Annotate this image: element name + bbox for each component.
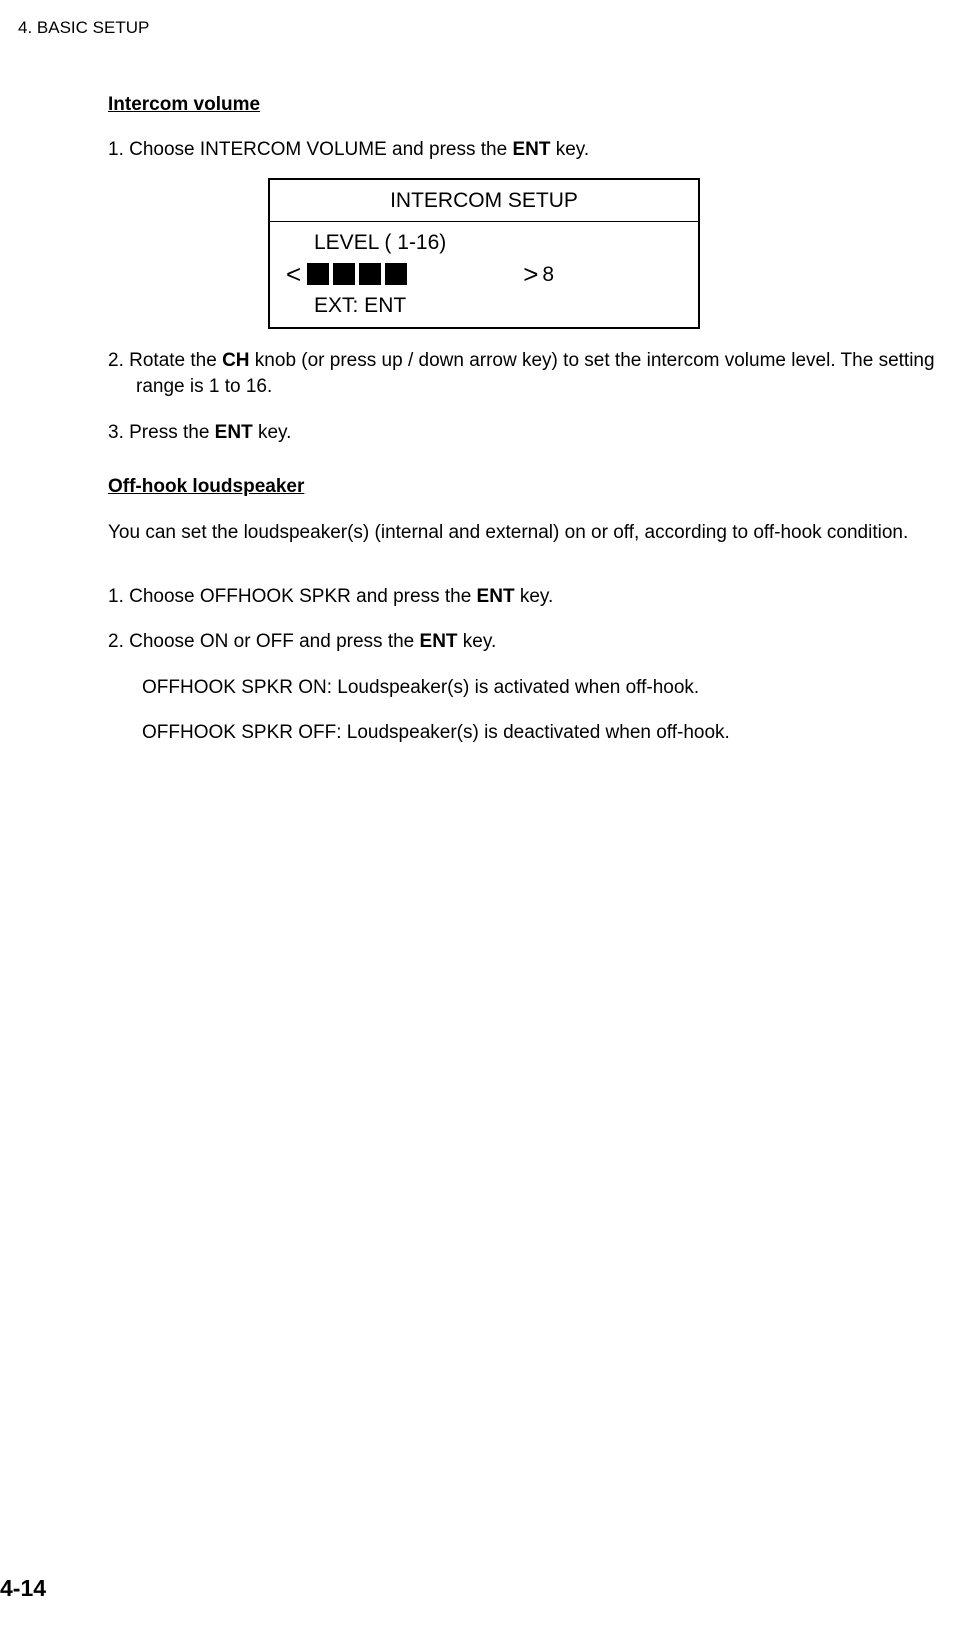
step-3-text-post: key. (253, 422, 292, 443)
less-than-icon: < (286, 261, 301, 287)
section2-description: You can set the loudspeaker(s) (internal… (108, 520, 947, 547)
section-title-intercom-volume: Intercom volume (108, 92, 947, 119)
level-block (385, 263, 407, 285)
section-title-offhook-loudspeaker: Off-hook loudspeaker (108, 474, 947, 501)
level-blocks (307, 263, 407, 285)
screen-title: INTERCOM SETUP (270, 180, 698, 222)
s2-step2-pre: 2. Choose ON or OFF and press the (108, 631, 420, 652)
level-block (333, 263, 355, 285)
step-3-bold: ENT (215, 422, 253, 443)
s2-step1-pre: 1. Choose OFFHOOK SPKR and press the (108, 586, 477, 607)
step-2: 2. Rotate the CH knob (or press up / dow… (108, 348, 947, 401)
section2-step-1: 1. Choose OFFHOOK SPKR and press the ENT… (108, 584, 947, 611)
level-label: LEVEL ( 1-16) (314, 228, 682, 257)
step-2-text-pre: 2. Rotate the (108, 350, 222, 371)
s2-step1-bold: ENT (477, 586, 515, 607)
step-3-text-pre: 3. Press the (108, 422, 215, 443)
step-1-text-post: key. (550, 139, 589, 160)
screen-body: LEVEL ( 1-16) < > 8 EXT: ENT (270, 222, 698, 326)
section2-sub2: OFFHOOK SPKR OFF: Loudspeaker(s) is deac… (108, 720, 947, 747)
s2-step2-bold: ENT (420, 631, 458, 652)
level-bar-row: < > 8 (286, 260, 682, 289)
step-2-bold: CH (222, 350, 249, 371)
level-block (359, 263, 381, 285)
step-1: 1. Choose INTERCOM VOLUME and press the … (108, 137, 947, 164)
s2-step2-post: key. (458, 631, 497, 652)
exit-label: EXT: ENT (314, 291, 682, 320)
chapter-header: 4. BASIC SETUP (18, 16, 952, 40)
page-number: 4-14 (0, 1572, 46, 1604)
step-2-text-post: knob (or press up / down arrow key) to s… (136, 350, 935, 398)
s2-step1-post: key. (515, 586, 554, 607)
screen-intercom-setup: INTERCOM SETUP LEVEL ( 1-16) < > 8 EXT: … (268, 178, 700, 329)
step-1-bold: ENT (512, 139, 550, 160)
step-3: 3. Press the ENT key. (108, 420, 947, 447)
level-value: 8 (542, 260, 554, 289)
section2-sub1: OFFHOOK SPKR ON: Loudspeaker(s) is activ… (108, 675, 947, 702)
greater-than-icon: > (523, 261, 538, 287)
section2-step-2: 2. Choose ON or OFF and press the ENT ke… (108, 629, 947, 656)
level-block (307, 263, 329, 285)
step-1-text-pre: 1. Choose INTERCOM VOLUME and press the (108, 139, 512, 160)
